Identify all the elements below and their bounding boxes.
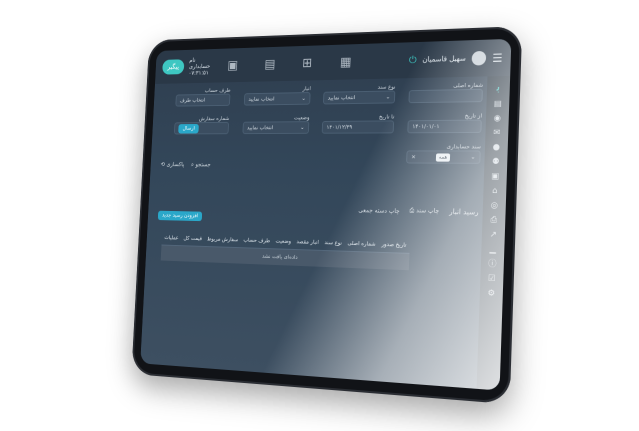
printer-icon[interactable]: ⎙ [490,215,497,225]
app-screen: پیگیر نام حسابداری ۰۷:۳۱:۵۱ ▣ ▤ ⊞ ▦ ⏻ سه… [140,39,511,391]
user-circle-icon[interactable]: ◉ [494,113,502,122]
quick-actions: ▣ ▤ ⊞ ▦ [227,55,352,73]
clear-icon[interactable]: × [411,154,416,160]
new-receipt-button[interactable]: افزودن رسید جدید [158,211,203,221]
chevron-down-icon: ⌄ [386,94,391,100]
order-number-value[interactable]: ارسال [178,124,199,133]
to-date-group: تا تاریخ ۱۴۰۱/۱۲/۲۹ [322,114,395,133]
chevron-down-icon: ⌄ [301,96,305,102]
calendar-check-icon[interactable]: ☑ [488,273,496,283]
chart-up-icon[interactable]: ↗ [490,229,497,239]
user-name[interactable]: سهیل قاسمیان [422,55,466,64]
accounting-chip[interactable]: همه [436,153,451,161]
calendar-icon[interactable]: ▣ [491,171,499,180]
cart-icon[interactable]: ⊞ [302,56,313,71]
gear-icon[interactable]: ⚙ [487,288,495,298]
print-doc-label: چاپ سند [416,207,439,215]
chart-icon[interactable]: ▁ [489,244,496,254]
doc-number-group: شماره اصلی [408,83,483,104]
clear-filter-button[interactable]: ⟲ پاکسازی [160,161,184,169]
user-avatar-icon[interactable] [472,51,487,66]
doc-type-value: انتخاب نمایید [328,95,356,101]
doc-type-select[interactable]: انتخاب نمایید ⌄ [323,90,395,104]
hamburger-menu-icon[interactable]: ☰ [492,51,503,65]
col-operations[interactable]: عملیات [161,231,181,245]
col-related-order[interactable]: سفارش مربوط [204,233,241,248]
doc-number-input[interactable] [408,89,482,103]
status-group: وضعیت انتخاب نمایید ⌄ [242,115,309,134]
warehouse-group: انبار انتخاب نمایید ⌄ [244,86,311,105]
clock-text: ۰۷:۳۱:۵۱ [189,69,211,76]
group-icon[interactable]: ⚉ [492,157,500,166]
search-button[interactable]: ⌕ جستجو [191,162,211,170]
accounting-doc-group: سند حسابداری × همه ⌄ [406,144,481,164]
warehouse-select[interactable]: انتخاب نمایید ⌄ [244,92,311,106]
receipt-toolbar: چاپ دسته جمعی ⎙ چاپ سند رسید انبار [358,206,478,217]
building-icon[interactable]: ▣ [227,58,238,72]
col-doc-type[interactable]: نوع سند [321,236,345,251]
account-side-group: طرف حساب انتخاب طرف [175,88,230,107]
chevron-down-icon: ⌄ [300,125,304,131]
status-value: انتخاب نمایید [247,125,273,131]
accounting-doc-select[interactable]: × همه ⌄ [406,150,481,163]
app-logo[interactable]: پیگیر [162,59,184,74]
tablet-frame: پیگیر نام حسابداری ۰۷:۳۱:۵۱ ▣ ▤ ⊞ ▦ ⏻ سه… [131,26,522,404]
col-status[interactable]: وضعیت [272,235,294,250]
col-account-side[interactable]: طرف حساب [240,234,273,249]
status-select[interactable]: انتخاب نمایید ⌄ [242,121,309,134]
receipt-title: رسید انبار [449,208,479,217]
filter-actions: ⟲ پاکسازی ⌕ جستجو [160,161,210,169]
col-doc-number[interactable]: شماره اصلی [344,237,378,253]
top-bar-left: پیگیر نام حسابداری ۰۷:۳۱:۵۱ ▣ ▤ ⊞ ▦ [162,52,352,77]
envelope-icon[interactable]: ✉ [493,128,500,137]
chevron-down-icon: ⌄ [471,154,476,160]
col-total-price[interactable]: قیمت کل [181,232,205,246]
new-receipt-wrap: افزودن رسید جدید [158,202,203,221]
document-icon[interactable]: ▤ [264,57,276,72]
col-destination-warehouse[interactable]: انبار مقصد [293,235,321,250]
person-icon[interactable]: ● [493,142,501,151]
bank-icon[interactable]: ⌂ [492,186,498,195]
stage: پیگیر نام حسابداری ۰۷:۳۱:۵۱ ▣ ▤ ⊞ ▦ ⏻ سه… [0,0,639,431]
warehouse-value: انتخاب نمایید [248,96,274,102]
book-icon[interactable]: ▤ [494,99,502,108]
order-number-group: شماره سفارش ارسال [174,116,229,134]
print-doc-button[interactable]: ⎙ چاپ سند [409,207,439,216]
search-button-label: جستجو [195,162,211,169]
info-icon[interactable]: ⓘ [488,259,497,269]
from-date-group: از تاریخ ۱۴۰۱/۰۱/۰۱ [407,113,482,133]
to-date-input[interactable]: ۱۴۰۱/۱۲/۲۹ [322,120,394,133]
brand-icon[interactable]: ﺑ [497,82,501,91]
doc-type-group: نوع سند انتخاب نمایید ⌄ [323,84,396,104]
order-number-input[interactable]: ارسال [174,122,229,135]
company-info: نام حسابداری ۰۷:۳۱:۵۱ [189,56,211,76]
from-date-input[interactable]: ۱۴۰۱/۰۱/۰۱ [407,120,482,134]
col-issue-date[interactable]: تاریخ صدور [378,238,409,254]
coins-icon[interactable]: ◎ [491,200,499,210]
top-bar-right: ⏻ سهیل قاسمیان ☰ [409,50,503,67]
cash-register-icon[interactable]: ▦ [340,55,352,70]
account-side-select[interactable]: انتخاب طرف [175,94,230,107]
print-range-button[interactable]: چاپ دسته جمعی [358,207,400,215]
clear-filter-label: پاکسازی [166,161,184,168]
power-icon[interactable]: ⏻ [409,55,417,66]
